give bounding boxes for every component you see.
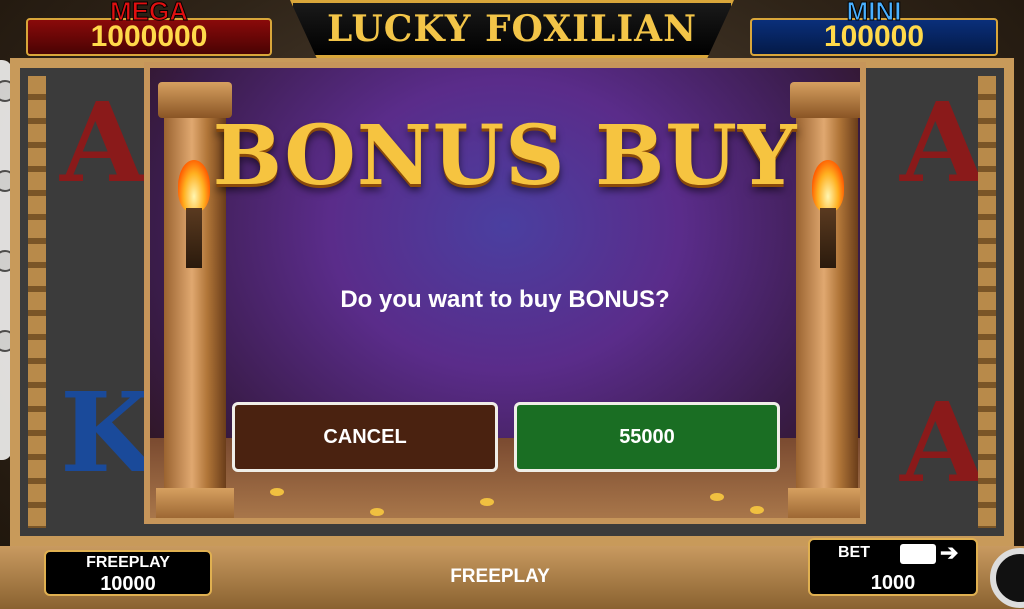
freeplay-panel: FREEPLAY 10000 (44, 550, 212, 596)
pillar-base (156, 488, 234, 518)
bonus-buy-dialog: BONUS BUY Do you want to buy BONUS? CANC… (144, 62, 866, 524)
dialog-title: BONUS BUY (212, 108, 798, 204)
coin-icon (370, 508, 384, 516)
dialog-question: Do you want to buy BONUS? (340, 286, 670, 313)
pillar-base (788, 488, 860, 518)
freeplay-mode-label: FREEPLAY (450, 566, 550, 587)
mini-jackpot: 100000 MINI (750, 0, 998, 58)
buy-bonus-button[interactable]: 55000 (514, 402, 780, 472)
arrow-right-icon[interactable]: ➔ (940, 540, 958, 566)
coin-icon (480, 498, 494, 506)
freeplay-label: FREEPLAY (86, 554, 170, 571)
coin-icon (750, 506, 764, 514)
reel-symbol-a-left: A (60, 78, 146, 207)
bet-panel[interactable]: BET ➔ 1000 (808, 538, 978, 596)
mini-jackpot-label: MINI (846, 0, 902, 27)
reel-symbol-a-right-bottom: A (900, 378, 986, 507)
freeplay-value: 10000 (100, 573, 156, 595)
bet-label: BET (838, 544, 870, 561)
reel-symbol-a-right-top: A (900, 78, 986, 207)
bet-value: 1000 (870, 572, 916, 594)
mega-jackpot: 1000000 MEGA (26, 0, 272, 58)
torch-handle (186, 208, 202, 268)
coin-icon (270, 488, 284, 496)
bet-toggle[interactable] (900, 544, 936, 564)
reel-symbol-k-left: K (60, 368, 156, 497)
mega-jackpot-label: MEGA (110, 0, 189, 27)
cancel-button[interactable]: CANCEL (232, 402, 498, 472)
game-logo: LUCKY FOXILIAN (290, 0, 734, 58)
torch-handle (820, 208, 836, 268)
coin-icon (710, 493, 724, 501)
